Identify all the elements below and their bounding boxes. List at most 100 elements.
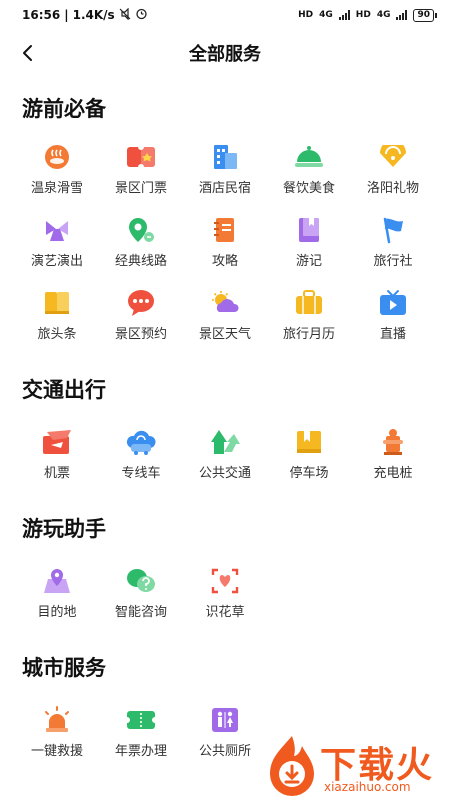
- service-label: 经典线路: [114, 254, 167, 269]
- service-label: 旅行社: [373, 254, 413, 269]
- service-charging-pile[interactable]: 充电桩: [351, 419, 435, 492]
- travel-notes-icon: [293, 216, 325, 244]
- service-label: 停车场: [289, 466, 329, 481]
- service-guide[interactable]: 攻略: [183, 207, 267, 280]
- section-transport: 交通出行 机票 专线车 公共交通 停车场 充电桩: [0, 369, 450, 492]
- section-title: 交通出行: [22, 378, 106, 402]
- service-live[interactable]: 直播: [351, 280, 435, 353]
- service-public-toilet[interactable]: 公共厕所: [183, 697, 267, 770]
- section-pre-trip: 游前必备 温泉滑雪 景区门票 酒店民宿 餐饮美食 洛阳礼物 演艺演出 经典线路 …: [0, 88, 450, 353]
- service-dining[interactable]: 餐饮美食: [267, 134, 351, 207]
- service-public-transit[interactable]: 公共交通: [183, 419, 267, 492]
- network-type-2: 4G: [376, 10, 391, 20]
- back-button[interactable]: [12, 38, 42, 68]
- section-title: 城市服务: [22, 656, 106, 680]
- service-grid: 温泉滑雪 景区门票 酒店民宿 餐饮美食 洛阳礼物 演艺演出 经典线路 攻略 游记…: [0, 134, 450, 353]
- parking-book-icon: [293, 428, 325, 456]
- service-label: 演艺演出: [30, 254, 83, 269]
- service-emergency-rescue[interactable]: 一键救援: [15, 697, 99, 770]
- hd-label-2: HD: [355, 10, 371, 20]
- transit-arrow-icon: [209, 428, 241, 456]
- gift-icon: [377, 143, 409, 171]
- service-smart-consult[interactable]: 智能咨询: [99, 558, 183, 631]
- service-label: 景区预约: [114, 327, 167, 342]
- service-label: 景区天气: [198, 327, 251, 342]
- service-label: 智能咨询: [114, 605, 167, 620]
- weather-icon: [209, 289, 241, 317]
- service-classic-route[interactable]: 经典线路: [99, 207, 183, 280]
- service-label: 机票: [43, 466, 70, 481]
- service-label: 景区门票: [114, 181, 167, 196]
- service-headlines[interactable]: 旅头条: [15, 280, 99, 353]
- status-speed: 1.4K/s: [72, 8, 115, 22]
- nav-bar: 全部服务: [0, 30, 450, 76]
- service-shuttle-bus[interactable]: 专线车: [99, 419, 183, 492]
- restroom-icon: [209, 706, 241, 734]
- service-performance[interactable]: 演艺演出: [15, 207, 99, 280]
- signal-icon-2: [396, 10, 408, 20]
- service-label: 旅头条: [37, 327, 77, 342]
- service-grid: 目的地 智能咨询 识花草: [0, 558, 450, 631]
- service-parking[interactable]: 停车场: [267, 419, 351, 492]
- status-right: HD 4G HD 4G 90: [298, 8, 437, 22]
- service-grid: 机票 专线车 公共交通 停车场 充电桩: [0, 419, 450, 492]
- service-travel-calendar[interactable]: 旅行月历: [267, 280, 351, 353]
- service-label: 一键救援: [30, 744, 83, 759]
- chevron-left-icon: [23, 45, 32, 61]
- plane-ticket-icon: [41, 428, 73, 456]
- watermark-logo: 下载火 xiazaihuo.com: [260, 734, 450, 800]
- service-hotel[interactable]: 酒店民宿: [183, 134, 267, 207]
- status-left: 16:56 | 1.4K/s: [22, 7, 148, 23]
- status-bar: 16:56 | 1.4K/s HD 4G HD 4G 90: [0, 0, 450, 30]
- section-title: 游玩助手: [22, 517, 106, 541]
- service-label: 游记: [295, 254, 322, 269]
- service-label: 洛阳礼物: [366, 181, 419, 196]
- service-label: 目的地: [37, 605, 77, 620]
- service-scenic-weather[interactable]: 景区天气: [183, 280, 267, 353]
- hot-spring-icon: [41, 143, 73, 171]
- service-label: 旅行月历: [282, 327, 335, 342]
- service-label: 公共交通: [198, 466, 251, 481]
- cloud-bus-icon: [125, 428, 157, 456]
- annual-ticket-icon: [125, 706, 157, 734]
- signal-icon: [338, 10, 350, 20]
- watermark-url: xiazaihuo.com: [324, 780, 411, 794]
- service-air-ticket[interactable]: 机票: [15, 419, 99, 492]
- section-travel-assistant: 游玩助手 目的地 智能咨询 识花草: [0, 508, 450, 631]
- consult-icon: [125, 567, 157, 595]
- charging-pile-icon: [377, 428, 409, 456]
- service-destination[interactable]: 目的地: [15, 558, 99, 631]
- live-tv-icon: [377, 289, 409, 317]
- news-icon: [41, 289, 73, 317]
- service-label: 餐饮美食: [282, 181, 335, 196]
- destination-icon: [41, 567, 73, 595]
- suitcase-icon: [293, 289, 325, 317]
- route-icon: [125, 216, 157, 244]
- service-label: 年票办理: [114, 744, 167, 759]
- network-type-1: 4G: [319, 10, 333, 20]
- service-scenic-reservation[interactable]: 景区预约: [99, 280, 183, 353]
- page-title: 全部服务: [189, 44, 261, 65]
- alarm-light-icon: [41, 706, 73, 734]
- service-scenic-ticket[interactable]: 景区门票: [99, 134, 183, 207]
- service-annual-pass[interactable]: 年票办理: [99, 697, 183, 770]
- guide-notebook-icon: [209, 216, 241, 244]
- flame-logo-icon: [270, 736, 314, 796]
- service-travel-notes[interactable]: 游记: [267, 207, 351, 280]
- service-plant-id[interactable]: 识花草: [183, 558, 267, 631]
- service-hot-spring[interactable]: 温泉滑雪: [15, 134, 99, 207]
- service-luoyang-gift[interactable]: 洛阳礼物: [351, 134, 435, 207]
- service-label: 直播: [379, 327, 406, 342]
- dining-cloche-icon: [293, 143, 325, 171]
- service-travel-agency[interactable]: 旅行社: [351, 207, 435, 280]
- chat-bubble-icon: [125, 289, 157, 317]
- battery-icon: 90: [413, 8, 437, 22]
- service-label: 酒店民宿: [198, 181, 251, 196]
- section-title: 游前必备: [22, 97, 106, 121]
- hotel-icon: [209, 143, 241, 171]
- service-label: 充电桩: [373, 466, 413, 481]
- flag-icon: [377, 216, 409, 244]
- service-label: 公共厕所: [198, 744, 251, 759]
- alarm-icon: [135, 7, 148, 23]
- service-label: 识花草: [205, 605, 245, 620]
